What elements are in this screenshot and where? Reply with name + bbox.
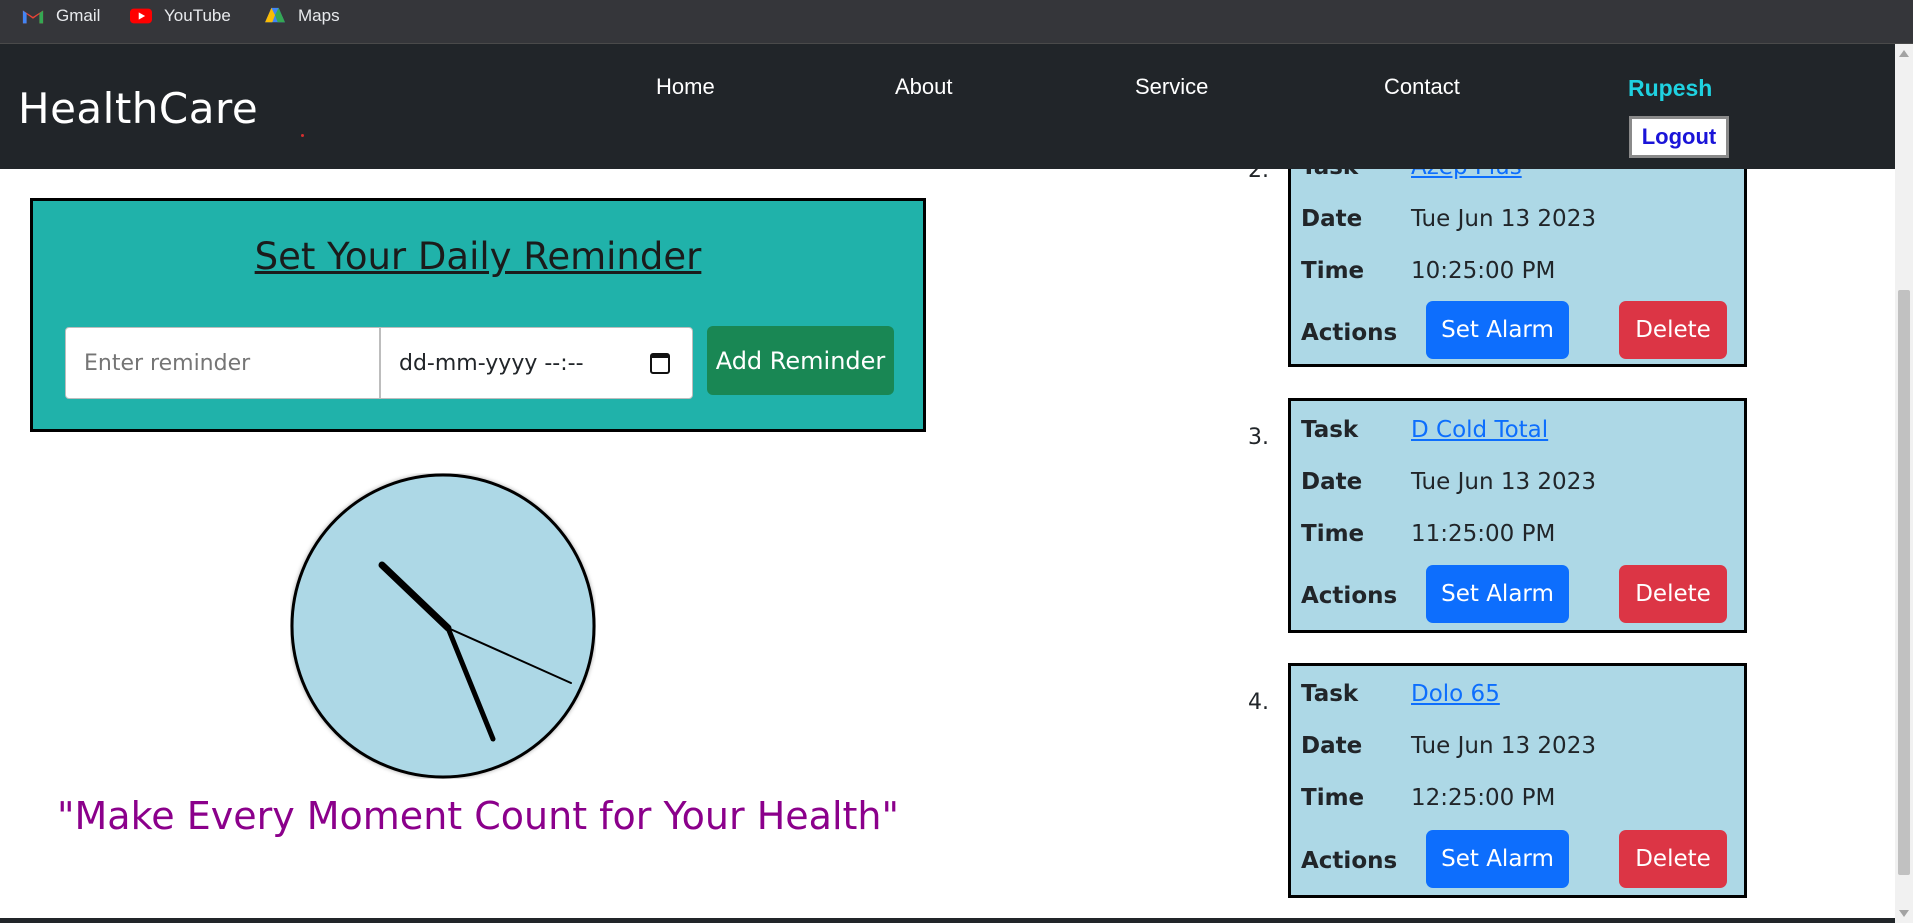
time-label: Time: [1301, 521, 1365, 547]
reminder-input[interactable]: [65, 327, 380, 399]
set-alarm-button[interactable]: Set Alarm: [1426, 830, 1569, 888]
actions-label: Actions: [1301, 320, 1398, 346]
brand-logo[interactable]: HealthCare: [18, 84, 258, 133]
task-name-link[interactable]: D Cold Total: [1411, 417, 1548, 443]
datetime-input[interactable]: dd-mm-yyyy --:--: [380, 327, 693, 399]
task-number: 4.: [1248, 690, 1269, 715]
maps-icon: [265, 7, 285, 23]
time-label: Time: [1301, 258, 1365, 284]
nav-about[interactable]: About: [895, 74, 953, 100]
date-label: Date: [1301, 733, 1363, 759]
task-card: Task D Cold Total Date Tue Jun 13 2023 T…: [1288, 398, 1747, 633]
bookmark-label: Gmail: [56, 6, 101, 25]
brand-dot: [301, 134, 304, 137]
task-card: Task Dolo 65 Date Tue Jun 13 2023 Time 1…: [1288, 663, 1747, 898]
task-label: Task: [1301, 417, 1359, 443]
time-label: Time: [1301, 785, 1365, 811]
nav-contact[interactable]: Contact: [1384, 74, 1460, 100]
nav-service[interactable]: Service: [1135, 74, 1208, 100]
bottom-bar: [0, 918, 1895, 923]
site-navbar: HealthCare Home About Service Contact Ru…: [0, 44, 1895, 169]
bookmark-maps[interactable]: Maps: [264, 0, 340, 32]
task-number: 3.: [1248, 425, 1269, 450]
reminder-form-panel: Set Your Daily Reminder dd-mm-yyyy --:--…: [30, 198, 926, 432]
delete-button[interactable]: Delete: [1619, 830, 1727, 888]
actions-label: Actions: [1301, 583, 1398, 609]
nav-home[interactable]: Home: [656, 74, 715, 100]
set-alarm-button[interactable]: Set Alarm: [1426, 565, 1569, 623]
datetime-placeholder: dd-mm-yyyy --:--: [399, 350, 584, 376]
task-date: Tue Jun 13 2023: [1411, 206, 1596, 232]
bookmarks-bar: Gmail YouTube Maps: [0, 0, 1913, 44]
task-name-link[interactable]: Dolo 65: [1411, 681, 1500, 707]
user-name: Rupesh: [1628, 75, 1713, 101]
calendar-icon[interactable]: [650, 353, 670, 374]
set-alarm-button[interactable]: Set Alarm: [1426, 301, 1569, 359]
scroll-up-icon[interactable]: [1899, 50, 1909, 57]
scroll-thumb[interactable]: [1898, 290, 1910, 875]
task-date: Tue Jun 13 2023: [1411, 469, 1596, 495]
health-quote: "Make Every Moment Count for Your Health…: [57, 794, 899, 838]
youtube-icon: [130, 8, 152, 24]
reminder-title: Set Your Daily Reminder: [254, 235, 702, 278]
delete-button[interactable]: Delete: [1619, 301, 1727, 359]
task-time: 10:25:00 PM: [1411, 258, 1556, 284]
actions-label: Actions: [1301, 848, 1398, 874]
gmail-icon: [22, 10, 44, 24]
bookmark-gmail[interactable]: Gmail: [22, 0, 100, 32]
date-label: Date: [1301, 469, 1363, 495]
bookmark-youtube[interactable]: YouTube: [130, 0, 231, 32]
bookmark-label: Maps: [298, 6, 340, 25]
task-time: 12:25:00 PM: [1411, 785, 1556, 811]
task-label: Task: [1301, 681, 1359, 707]
task-date: Tue Jun 13 2023: [1411, 733, 1596, 759]
delete-button[interactable]: Delete: [1619, 565, 1727, 623]
logout-button[interactable]: Logout: [1629, 116, 1729, 158]
task-time: 11:25:00 PM: [1411, 521, 1556, 547]
bookmark-label: YouTube: [164, 6, 231, 25]
scroll-down-icon[interactable]: [1899, 910, 1909, 917]
page-scrollbar[interactable]: [1895, 44, 1913, 923]
analog-clock: [290, 473, 596, 779]
add-reminder-button[interactable]: Add Reminder: [707, 326, 894, 395]
date-label: Date: [1301, 206, 1363, 232]
